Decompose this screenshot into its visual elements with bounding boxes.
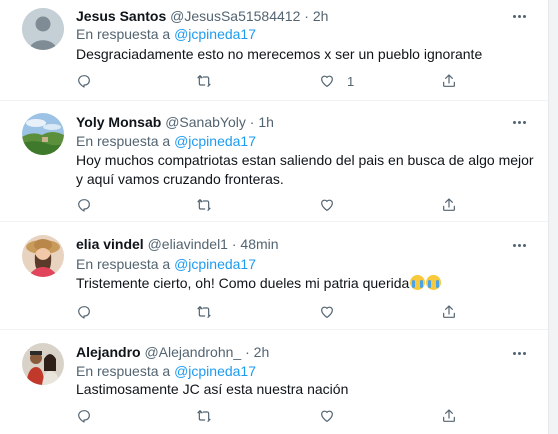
share-icon <box>443 305 455 318</box>
reply-icon <box>78 199 90 212</box>
reply-button[interactable] <box>76 196 92 214</box>
tweet-header: Jesus Santos @JesusSa51584412 · 2h <box>76 7 518 25</box>
avatar[interactable] <box>22 235 64 277</box>
tweet-reply[interactable]: Alejandro @Alejandrohn_ · 2h En respuest… <box>0 330 548 434</box>
share-button[interactable] <box>441 303 457 321</box>
reply-icon <box>78 410 90 423</box>
tweet-actions <box>76 303 496 321</box>
retweet-button[interactable] <box>196 303 212 321</box>
avatar[interactable] <box>22 8 64 50</box>
reply-prefix: En respuesta a <box>76 26 171 42</box>
like-button[interactable] <box>319 407 335 425</box>
heart-icon <box>321 306 333 318</box>
tweet-actions <box>76 407 496 425</box>
tweet-reply[interactable]: Yoly Monsab @SanabYoly · 1h En respuesta… <box>0 101 548 222</box>
crying-face-emoji-icon <box>410 275 426 290</box>
crying-face-emoji-icon <box>426 275 442 290</box>
share-button[interactable] <box>441 407 457 425</box>
tweet-text: Hoy muchos compatriotas estan saliendo d… <box>76 152 534 187</box>
heart-icon <box>321 75 333 87</box>
tweet-actions: 1 <box>76 72 496 90</box>
author-name[interactable]: Yoly Monsab <box>76 114 161 130</box>
retweet-button[interactable] <box>196 196 212 214</box>
couple-photo-avatar-icon <box>22 343 64 385</box>
mention-link[interactable]: @jcpineda17 <box>174 256 256 272</box>
tweet-reply[interactable]: elia vindel @eliavindel1 · 48min En resp… <box>0 222 548 330</box>
reply-button[interactable] <box>76 72 92 90</box>
author-handle[interactable]: @eliavindel1 <box>148 236 228 252</box>
tweet-text: Lastimosamente JC así esta nuestra nació… <box>76 381 349 397</box>
reply-context: En respuesta a @jcpineda17 <box>76 132 256 150</box>
share-icon <box>443 198 455 211</box>
reply-button[interactable] <box>76 407 92 425</box>
timestamp[interactable]: 2h <box>254 344 270 360</box>
more-options-button[interactable] <box>510 115 528 129</box>
landscape-avatar-icon <box>22 113 64 155</box>
separator-dot: · <box>245 344 250 360</box>
share-icon <box>443 74 455 87</box>
reply-context: En respuesta a @jcpineda17 <box>76 255 256 273</box>
like-button[interactable] <box>319 303 335 321</box>
share-icon <box>443 409 455 422</box>
scrollbar-track[interactable] <box>548 0 558 434</box>
more-options-button[interactable] <box>510 9 528 23</box>
timestamp[interactable]: 2h <box>313 8 329 24</box>
heart-icon <box>321 410 333 422</box>
retweet-icon <box>197 410 211 422</box>
author-name[interactable]: Alejandro <box>76 344 141 360</box>
separator-dot: · <box>304 8 309 24</box>
retweet-button[interactable] <box>196 72 212 90</box>
tweet-text: Tristemente cierto, oh! Como dueles mi p… <box>76 275 410 291</box>
mention-link[interactable]: @jcpineda17 <box>174 363 256 379</box>
share-button[interactable] <box>441 72 457 90</box>
default-user-icon <box>22 8 64 50</box>
reply-context: En respuesta a @jcpineda17 <box>76 362 256 380</box>
avatar[interactable] <box>22 113 64 155</box>
retweet-icon <box>197 306 211 318</box>
heart-icon <box>321 199 333 211</box>
tweet-text: Desgraciadamente esto no merecemos x ser… <box>76 46 483 62</box>
timestamp[interactable]: 48min <box>240 236 278 252</box>
reply-prefix: En respuesta a <box>76 363 171 379</box>
more-options-button[interactable] <box>510 238 528 252</box>
like-count: 1 <box>347 73 355 89</box>
tweet-reply[interactable]: Jesus Santos @JesusSa51584412 · 2h En re… <box>0 0 548 101</box>
reply-icon <box>78 306 90 319</box>
tweet-text-container: Tristemente cierto, oh! Como dueles mi p… <box>76 274 536 293</box>
author-name[interactable]: Jesus Santos <box>76 8 166 24</box>
more-options-button[interactable] <box>510 346 528 360</box>
like-button[interactable]: 1 <box>319 72 354 90</box>
reply-button[interactable] <box>76 303 92 321</box>
author-handle[interactable]: @JesusSa51584412 <box>170 8 300 24</box>
reply-prefix: En respuesta a <box>76 133 171 149</box>
separator-dot: · <box>231 236 237 252</box>
tweet-header: elia vindel @eliavindel1 · 48min <box>76 235 518 253</box>
mention-link[interactable]: @jcpineda17 <box>174 133 256 149</box>
author-name[interactable]: elia vindel <box>76 236 144 252</box>
timestamp[interactable]: 1h <box>258 114 274 130</box>
reply-prefix: En respuesta a <box>76 256 171 272</box>
author-handle[interactable]: @SanabYoly <box>165 114 246 130</box>
reply-icon <box>78 75 90 88</box>
reply-context: En respuesta a @jcpineda17 <box>76 25 256 43</box>
separator-dot: · <box>249 114 255 130</box>
tweet-header: Yoly Monsab @SanabYoly · 1h <box>76 113 518 131</box>
avatar[interactable] <box>22 343 64 385</box>
like-button[interactable] <box>319 196 335 214</box>
author-handle[interactable]: @Alejandrohn_ <box>144 344 241 360</box>
share-button[interactable] <box>441 196 457 214</box>
retweet-icon <box>197 199 211 211</box>
tweet-actions <box>76 196 496 214</box>
retweet-button[interactable] <box>196 407 212 425</box>
woman-hat-avatar-icon <box>22 235 64 277</box>
retweet-icon <box>197 75 211 87</box>
tweet-header: Alejandro @Alejandrohn_ · 2h <box>76 343 518 361</box>
mention-link[interactable]: @jcpineda17 <box>174 26 256 42</box>
